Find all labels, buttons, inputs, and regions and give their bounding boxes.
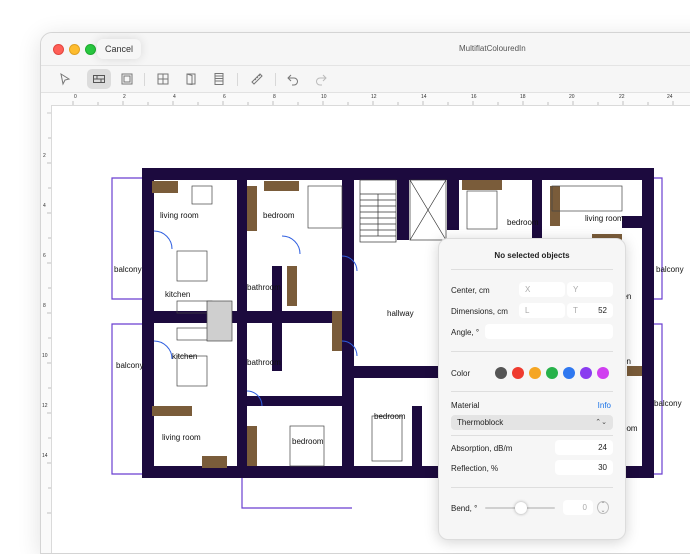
window-icon (157, 73, 169, 85)
dimensions-label: Dimensions, cm (451, 307, 508, 316)
room-label: living room (585, 214, 624, 223)
color-swatch-blue[interactable] (563, 367, 575, 379)
material-label: Material (451, 401, 480, 410)
ruler-label: 10 (321, 94, 327, 100)
ruler-label: 14 (421, 94, 427, 100)
redo-icon (316, 74, 327, 86)
reflection-input[interactable]: 30 (555, 460, 613, 475)
properties-panel: No selected objects Center, cm X Y Dimen… (438, 238, 626, 540)
ruler-label: 8 (273, 94, 276, 100)
room-label: bedroom (292, 437, 324, 446)
room-label: bedroom (374, 412, 406, 421)
ruler-label: 8 (43, 303, 46, 309)
bend-slider-thumb[interactable] (515, 502, 527, 514)
bend-input[interactable]: 0 (563, 500, 593, 515)
bend-stepper[interactable]: ⌃ ⌄ (597, 501, 609, 514)
color-swatch-orange[interactable] (529, 367, 541, 379)
undo-icon (287, 74, 298, 86)
ruler-label: 18 (520, 94, 526, 100)
room-label: living room (162, 433, 201, 442)
ruler-label: 24 (667, 94, 673, 100)
center-y-input[interactable]: Y (567, 282, 613, 297)
stairs-icon (214, 73, 224, 85)
room-label: kitchen (165, 290, 190, 299)
ruler-label: 14 (42, 453, 48, 459)
panel-title: No selected objects (494, 251, 570, 260)
reflection-label: Reflection, % (451, 464, 499, 473)
room-label: balcony (656, 265, 684, 274)
ruler-label: 0 (74, 94, 77, 100)
material-select[interactable]: Thermoblock ⌃⌄ (451, 415, 613, 430)
horizontal-ruler: 0 2 4 6 8 10 12 14 16 18 20 22 24 (41, 93, 690, 106)
color-swatch-gray[interactable] (495, 367, 507, 379)
room-label: bathroom (247, 283, 281, 292)
room-label: living room (160, 211, 199, 220)
ruler-label: 6 (43, 253, 46, 259)
ruler-label: 4 (43, 203, 46, 209)
dimension-l-input[interactable]: L (519, 303, 565, 318)
ruler-label: 10 (42, 353, 48, 359)
room-label: balcony (114, 265, 142, 274)
room-icon (121, 73, 133, 85)
vertical-ruler: 2 4 6 8 10 12 14 (41, 105, 52, 553)
ruler-label: 16 (471, 94, 477, 100)
wall-tool-button[interactable] (87, 69, 111, 89)
ruler-label: 2 (43, 153, 46, 159)
bend-label: Bend, ° (451, 504, 478, 513)
chevron-updown-icon: ⌃⌄ (595, 419, 607, 426)
center-x-input[interactable]: X (519, 282, 565, 297)
ruler-label: 6 (223, 94, 226, 100)
color-label: Color (451, 369, 471, 378)
ruler-label: 4 (173, 94, 176, 100)
color-swatch-red[interactable] (512, 367, 524, 379)
ruler-icon (251, 73, 263, 85)
window-tool-button[interactable] (151, 69, 175, 89)
absorption-input[interactable]: 24 (555, 440, 613, 455)
ruler-label: 22 (619, 94, 625, 100)
color-swatch-green[interactable] (546, 367, 558, 379)
center-label: Center, cm (451, 286, 490, 295)
stairs[interactable] (359, 179, 397, 243)
absorption-label: Absorption, dB/m (451, 444, 513, 453)
ruler-label: 12 (371, 94, 377, 100)
pointer-tool-button[interactable] (53, 69, 77, 89)
door-icon (186, 73, 196, 86)
room-tool-button[interactable] (115, 69, 139, 89)
color-swatch-purple[interactable] (580, 367, 592, 379)
ruler-label: 20 (569, 94, 575, 100)
door-tool-button[interactable] (179, 69, 203, 89)
toolbar (41, 66, 690, 93)
dimension-t-input[interactable]: T 52 (567, 303, 613, 318)
elevator[interactable] (409, 179, 447, 241)
room-label: balcony (654, 399, 682, 408)
room-label: bedroom (507, 218, 539, 227)
room-label: bedroom (263, 211, 295, 220)
document-title: MultiflatColouredIn (459, 44, 526, 53)
ruler-tool-button[interactable] (245, 69, 269, 89)
ruler-label: 2 (123, 94, 126, 100)
angle-label: Angle, ° (451, 328, 480, 337)
room-label: bathroom (247, 358, 281, 367)
ruler-label: 12 (42, 403, 48, 409)
material-info-link[interactable]: Info (598, 401, 611, 410)
wall-icon (93, 75, 105, 83)
title-bar: Cancel MultiflatColouredIn (41, 33, 690, 66)
pointer-icon (60, 72, 71, 86)
redo-button[interactable] (309, 69, 333, 89)
color-swatch-magenta[interactable] (597, 367, 609, 379)
angle-input[interactable] (485, 324, 613, 339)
room-label: hallway (387, 309, 414, 318)
room-label: balcony (116, 361, 144, 370)
room-label: kitchen (172, 352, 197, 361)
stairs-tool-button[interactable] (207, 69, 231, 89)
undo-button[interactable] (281, 69, 305, 89)
